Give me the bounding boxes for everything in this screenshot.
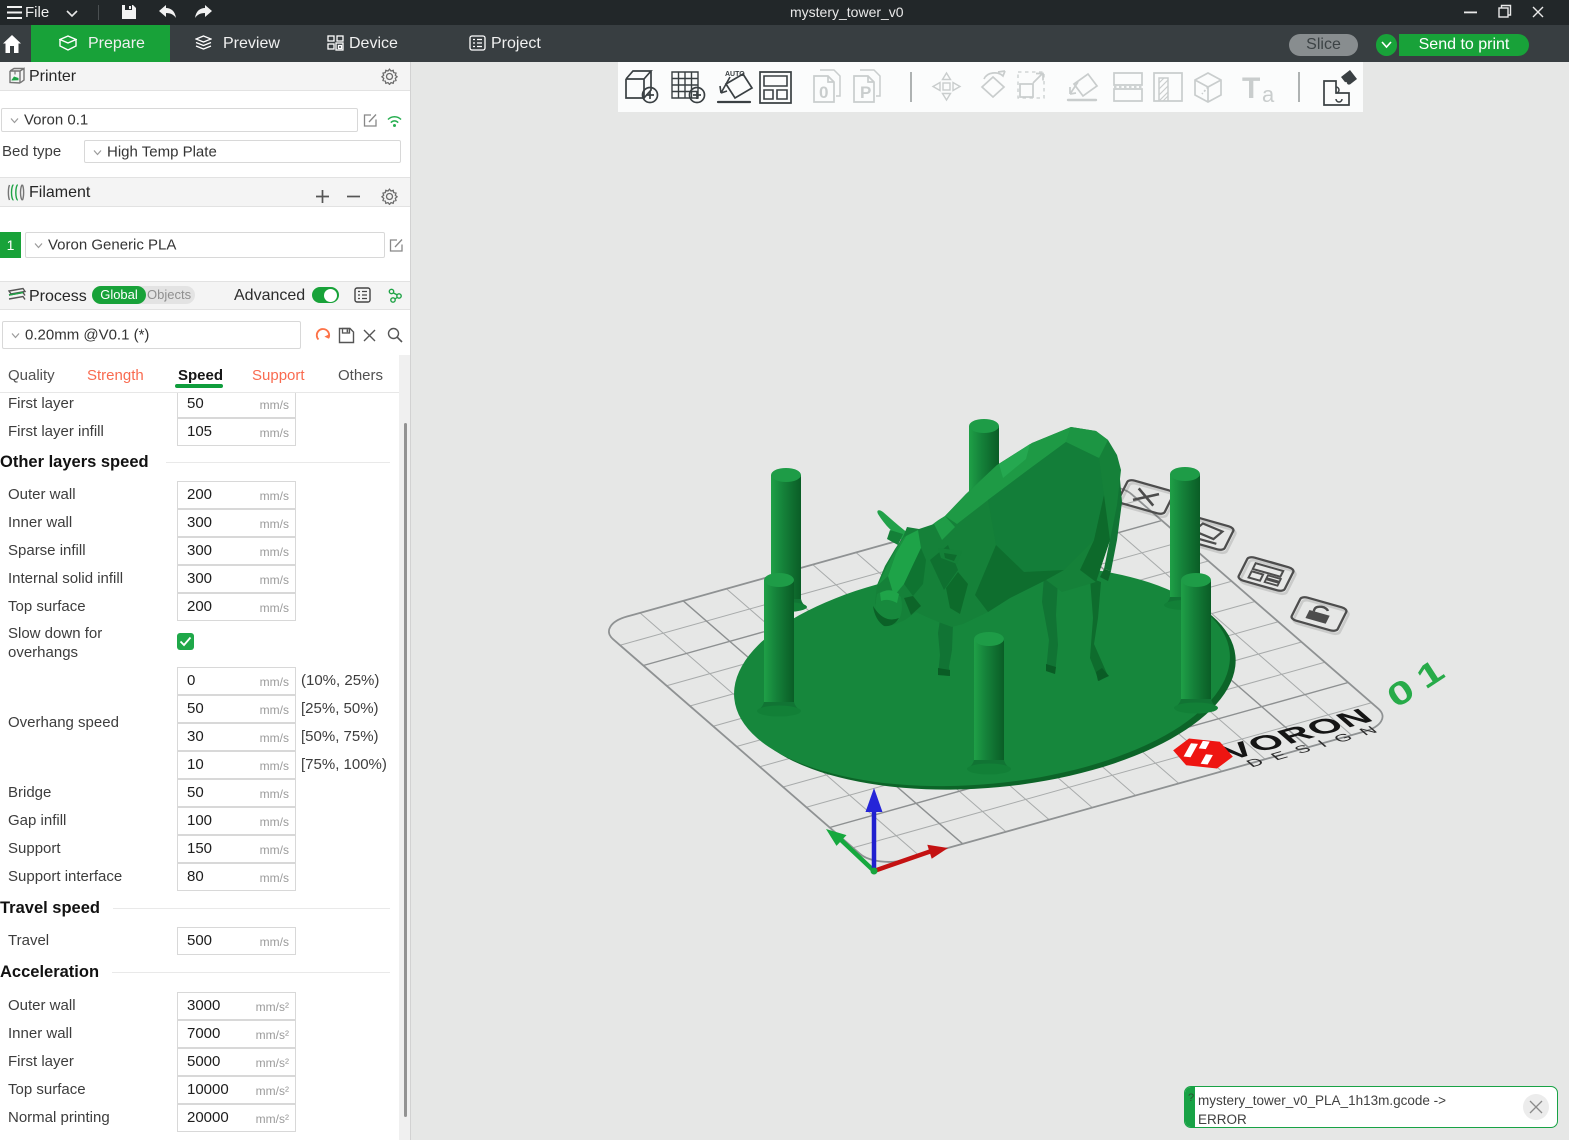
svg-text:01: 01 — [1380, 647, 1459, 715]
